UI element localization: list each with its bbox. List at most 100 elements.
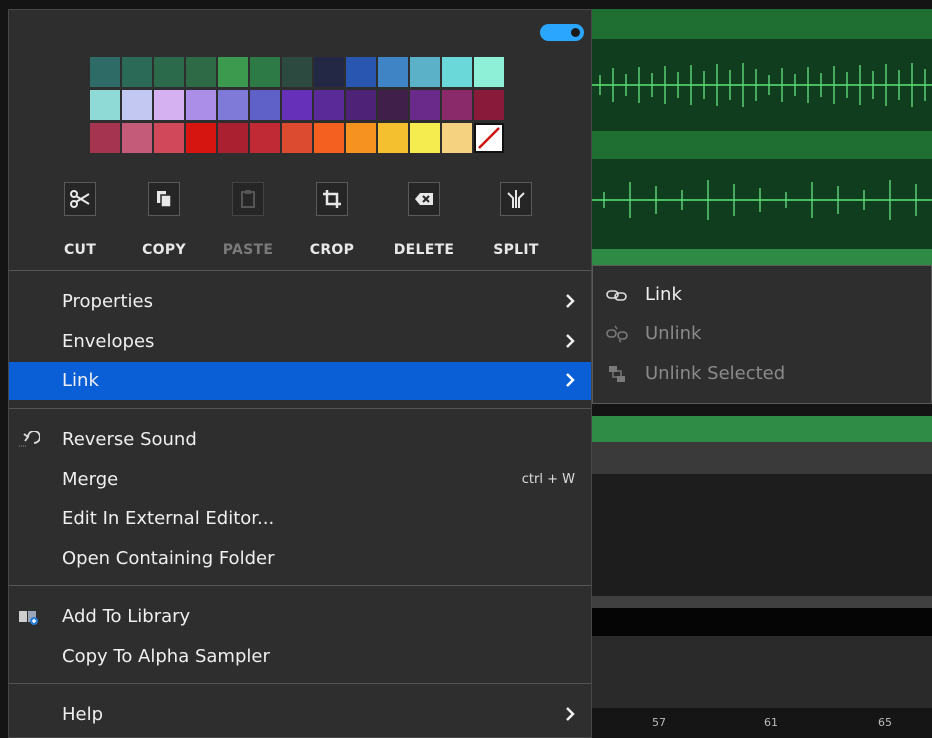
track-lane	[592, 636, 932, 708]
color-swatch[interactable]	[250, 90, 280, 120]
unlink-icon	[606, 325, 628, 343]
split-button[interactable]: SPLIT	[483, 182, 549, 272]
color-swatch[interactable]	[122, 123, 152, 153]
scissors-icon	[64, 182, 96, 216]
color-swatch[interactable]	[314, 57, 344, 87]
track-header-green	[592, 9, 932, 39]
color-swatch[interactable]	[218, 123, 248, 153]
submenu-item-unlink-selected[interactable]: Unlink Selected	[593, 355, 931, 393]
menu-item-edit-external[interactable]: Edit In External Editor...	[9, 500, 591, 538]
color-swatch[interactable]	[474, 57, 504, 87]
color-swatch[interactable]	[186, 90, 216, 120]
color-swatch[interactable]	[378, 123, 408, 153]
delete-button[interactable]: DELETE	[391, 182, 457, 272]
menu-separator	[9, 585, 591, 586]
color-swatch[interactable]	[410, 57, 440, 87]
delete-label: DELETE	[393, 242, 455, 258]
color-swatch[interactable]	[122, 90, 152, 120]
color-swatch[interactable]	[186, 123, 216, 153]
color-swatch[interactable]	[442, 123, 472, 153]
chevron-right-icon	[566, 373, 575, 387]
menu-item-open-folder[interactable]: Open Containing Folder	[9, 540, 591, 578]
color-swatch[interactable]	[122, 57, 152, 87]
split-icon	[500, 182, 532, 216]
color-swatch[interactable]	[218, 90, 248, 120]
color-swatch[interactable]	[378, 57, 408, 87]
color-swatch[interactable]	[314, 90, 344, 120]
color-swatch[interactable]	[346, 90, 376, 120]
menu-item-help[interactable]: Help	[9, 696, 591, 734]
menu-item-label: Edit In External Editor...	[62, 508, 275, 529]
color-swatch[interactable]	[410, 123, 440, 153]
color-swatch[interactable]	[218, 57, 248, 87]
menu-item-label: Open Containing Folder	[62, 548, 275, 569]
toggle-knob	[571, 28, 580, 37]
paste-button[interactable]: PASTE	[215, 182, 281, 272]
color-swatch[interactable]	[154, 90, 184, 120]
color-swatch[interactable]	[282, 90, 312, 120]
menu-item-label: Add To Library	[62, 606, 191, 627]
copy-button[interactable]: COPY	[131, 182, 197, 272]
color-swatch[interactable]	[410, 90, 440, 120]
color-swatch[interactable]	[154, 57, 184, 87]
cut-button[interactable]: CUT	[47, 182, 113, 272]
paste-icon	[232, 182, 264, 216]
library-icon	[19, 611, 38, 625]
menu-item-label: Help	[62, 704, 104, 725]
chevron-right-icon	[566, 294, 575, 308]
menu-item-properties[interactable]: Properties	[9, 283, 591, 321]
submenu-item-unlink[interactable]: Unlink	[593, 315, 931, 353]
cut-label: CUT	[63, 242, 97, 258]
reverse-icon	[19, 431, 40, 447]
ruler-tick-label: 65	[878, 716, 892, 729]
color-swatch[interactable]	[250, 123, 280, 153]
submenu-item-label: Unlink	[645, 323, 702, 344]
color-swatch[interactable]	[90, 123, 120, 153]
crop-icon	[316, 182, 348, 216]
track-lane	[592, 608, 932, 636]
color-swatch[interactable]	[90, 57, 120, 87]
color-swatch[interactable]	[346, 123, 376, 153]
menu-item-add-library[interactable]: Add To Library	[9, 598, 591, 636]
submenu-item-label: Unlink Selected	[645, 363, 786, 384]
crop-label: CROP	[309, 242, 355, 258]
menu-item-copy-alpha-sampler[interactable]: Copy To Alpha Sampler	[9, 638, 591, 676]
menu-item-link[interactable]: Link	[9, 362, 591, 400]
no-color-icon	[478, 127, 500, 149]
menu-item-merge[interactable]: Merge ctrl + W	[9, 461, 591, 499]
menu-item-label: Envelopes	[62, 331, 155, 352]
color-swatch[interactable]	[186, 57, 216, 87]
color-swatch[interactable]	[154, 123, 184, 153]
menu-separator	[9, 270, 591, 271]
merge-shortcut: ctrl + W	[521, 472, 575, 487]
no-color-swatch[interactable]	[474, 123, 504, 153]
chevron-right-icon	[566, 334, 575, 348]
color-swatch[interactable]	[90, 90, 120, 120]
submenu-item-link[interactable]: Link	[593, 276, 931, 314]
track-footer-green	[592, 249, 932, 265]
crop-button[interactable]: CROP	[299, 182, 365, 272]
track-lane	[592, 474, 932, 596]
link-submenu: Link Unlink Unlink Selected	[592, 265, 932, 404]
menu-item-reverse-sound[interactable]: Reverse Sound	[9, 421, 591, 459]
waveform-graphic	[592, 63, 932, 220]
color-swatch[interactable]	[282, 57, 312, 87]
chevron-right-icon	[566, 707, 575, 721]
toggle-switch[interactable]	[540, 24, 584, 41]
menu-separator	[9, 408, 591, 409]
color-swatch[interactable]	[282, 123, 312, 153]
unlink-selected-icon	[609, 366, 625, 382]
menu-item-envelopes[interactable]: Envelopes	[9, 323, 591, 361]
ruler-tick-label: 61	[764, 716, 778, 729]
color-swatch[interactable]	[474, 90, 504, 120]
color-swatch[interactable]	[378, 90, 408, 120]
color-swatch[interactable]	[346, 57, 376, 87]
clip-context-menu: CUT COPY PASTE CROP DELETE SPLIT Propert…	[8, 9, 592, 738]
copy-label: COPY	[142, 242, 186, 258]
color-swatch[interactable]	[442, 90, 472, 120]
color-swatch[interactable]	[314, 123, 344, 153]
color-swatch[interactable]	[250, 57, 280, 87]
color-swatch[interactable]	[442, 57, 472, 87]
menu-item-label: Properties	[62, 291, 153, 312]
submenu-item-label: Link	[645, 284, 682, 305]
